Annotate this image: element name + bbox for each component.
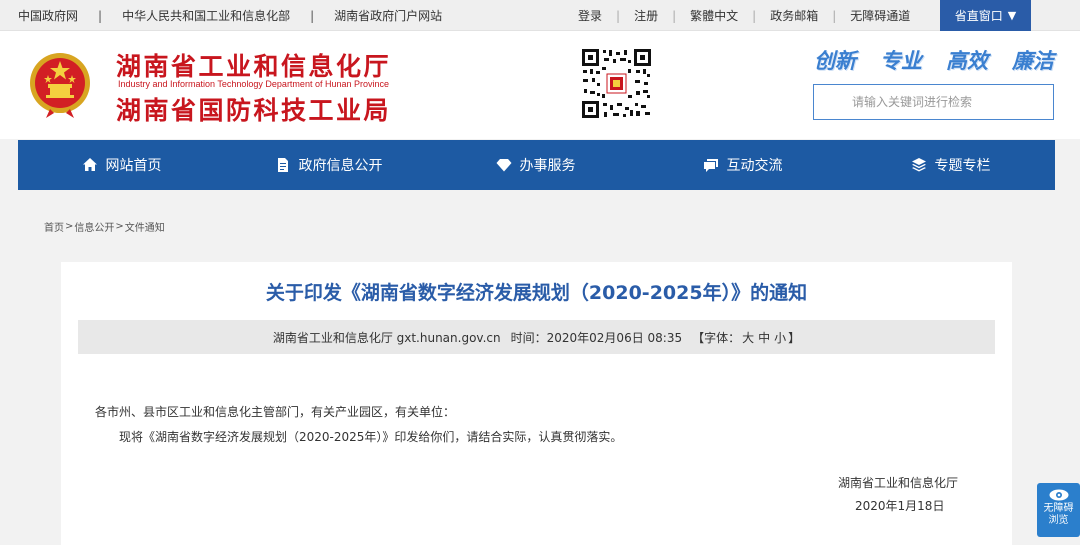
breadcrumb-home[interactable]: 首页 xyxy=(44,219,64,234)
font-size-label-close: 】 xyxy=(788,330,801,345)
slogan-word: 廉洁 xyxy=(1012,49,1054,73)
article-title: 关于印发《湖南省数字经济发展规划（2020-2025年）》的通知 xyxy=(265,282,808,304)
gov-mail-link[interactable]: 政务邮箱 xyxy=(770,7,818,24)
separator: | xyxy=(616,8,621,23)
qr-code-icon xyxy=(580,47,653,120)
link-hunan-portal[interactable]: 湖南省政府门户网站 xyxy=(334,7,442,24)
breadcrumb-separator: > xyxy=(65,221,74,232)
article-time: 2020年02月06日 08:35 xyxy=(546,330,683,345)
separator: | xyxy=(310,8,315,23)
accessible-channel-link[interactable]: 无障碍通道 xyxy=(850,7,910,24)
link-china-gov[interactable]: 中国政府网 xyxy=(18,7,78,24)
slogan-word: 创新 xyxy=(814,49,856,73)
nav-item-label: 网站首页 xyxy=(105,158,162,174)
article-paragraph: 现将《湖南省数字经济发展规划（2020-2025年）》印发给你们，请结合实际，认… xyxy=(119,430,623,444)
site-title-english: Industry and Information Technology Depa… xyxy=(118,79,389,89)
breadcrumb-current[interactable]: 文件通知 xyxy=(125,219,165,234)
breadcrumb: 首页 > 信息公开 > 文件通知 xyxy=(44,219,165,234)
login-link[interactable]: 登录 xyxy=(578,7,602,24)
slogan-word: 高效 xyxy=(946,49,988,73)
nav-item-interaction[interactable]: 互动交流 xyxy=(639,140,846,190)
site-header: 湖南省工业和信息化厅 Industry and Information Tech… xyxy=(0,31,1080,139)
dept-window-dropdown[interactable]: 省直窗口 ▼ xyxy=(940,0,1031,31)
register-link[interactable]: 注册 xyxy=(634,7,658,24)
nav-item-home[interactable]: 网站首页 xyxy=(18,140,225,190)
diamond-icon xyxy=(496,159,511,172)
separator: | xyxy=(752,8,757,23)
separator: | xyxy=(672,8,677,23)
article-time-label: 时间： xyxy=(510,330,547,345)
breadcrumb-separator: > xyxy=(115,221,124,232)
nav-item-label: 互动交流 xyxy=(726,158,783,174)
chat-icon xyxy=(703,159,718,172)
nav-item-special-topics[interactable]: 专题专栏 xyxy=(846,140,1055,190)
user-links: 登录 | 注册 | 繁體中文 | 政务邮箱 | 无障碍通道 xyxy=(578,0,910,31)
layers-icon xyxy=(911,158,926,172)
eye-icon xyxy=(1049,489,1068,501)
font-size-small[interactable]: 小 xyxy=(774,329,786,346)
article-paragraph: 各市州、县市区工业和信息化主管部门，有关产业园区，有关单位： xyxy=(95,405,456,419)
separator: | xyxy=(832,8,837,23)
external-links: 中国政府网 | 中华人民共和国工业和信息化部 | 湖南省政府门户网站 xyxy=(18,0,442,31)
top-utility-bar: 中国政府网 | 中华人民共和国工业和信息化部 | 湖南省政府门户网站 登录 | … xyxy=(0,0,1080,31)
font-size-label: 【字体： xyxy=(692,330,741,345)
nav-item-label: 政府信息公开 xyxy=(298,158,383,174)
site-title-line1: 湖南省工业和信息化厅 xyxy=(116,52,392,81)
slogan: 创新 专业 高效 廉洁 xyxy=(814,45,1054,75)
dept-window-label: 省直窗口 xyxy=(954,9,1003,23)
main-nav: 网站首页 政府信息公开 办事服务 互动交流 专题专栏 xyxy=(18,140,1055,190)
accessibility-float-button[interactable]: 无障碍 浏览 xyxy=(1037,483,1080,537)
national-emblem-icon xyxy=(30,53,90,118)
signature-date: 2020年1月18日 xyxy=(855,499,945,513)
article-source: 湖南省工业和信息化厅 gxt.hunan.gov.cn xyxy=(272,330,501,345)
traditional-chinese-link[interactable]: 繁體中文 xyxy=(690,7,738,24)
slogan-word: 专业 xyxy=(880,49,922,73)
font-size-medium[interactable]: 中 xyxy=(758,329,770,346)
dropdown-arrow-icon: ▼ xyxy=(1007,9,1017,22)
breadcrumb-info[interactable]: 信息公开 xyxy=(74,219,114,234)
link-miit[interactable]: 中华人民共和国工业和信息化部 xyxy=(122,7,290,24)
font-size-large[interactable]: 大 xyxy=(742,329,754,346)
article-meta-bar: 湖南省工业和信息化厅 gxt.hunan.gov.cn 时间： 2020年02月… xyxy=(78,320,995,354)
nav-item-gov-info[interactable]: 政府信息公开 xyxy=(225,140,432,190)
search-input[interactable] xyxy=(813,84,1054,120)
site-title-line2: 湖南省国防科技工业局 xyxy=(116,96,392,125)
separator: | xyxy=(98,8,103,23)
signature-org: 湖南省工业和信息化厅 xyxy=(838,476,959,490)
nav-item-label: 办事服务 xyxy=(519,158,576,174)
nav-item-services[interactable]: 办事服务 xyxy=(432,140,639,190)
accessibility-label-line1: 无障碍 xyxy=(1043,503,1074,514)
home-icon xyxy=(82,158,97,171)
article-panel: 关于印发《湖南省数字经济发展规划（2020-2025年）》的通知 湖南省工业和信… xyxy=(61,262,1012,545)
nav-item-label: 专题专栏 xyxy=(934,158,991,174)
accessibility-label-line2: 浏览 xyxy=(1048,515,1069,526)
document-icon xyxy=(277,158,288,172)
